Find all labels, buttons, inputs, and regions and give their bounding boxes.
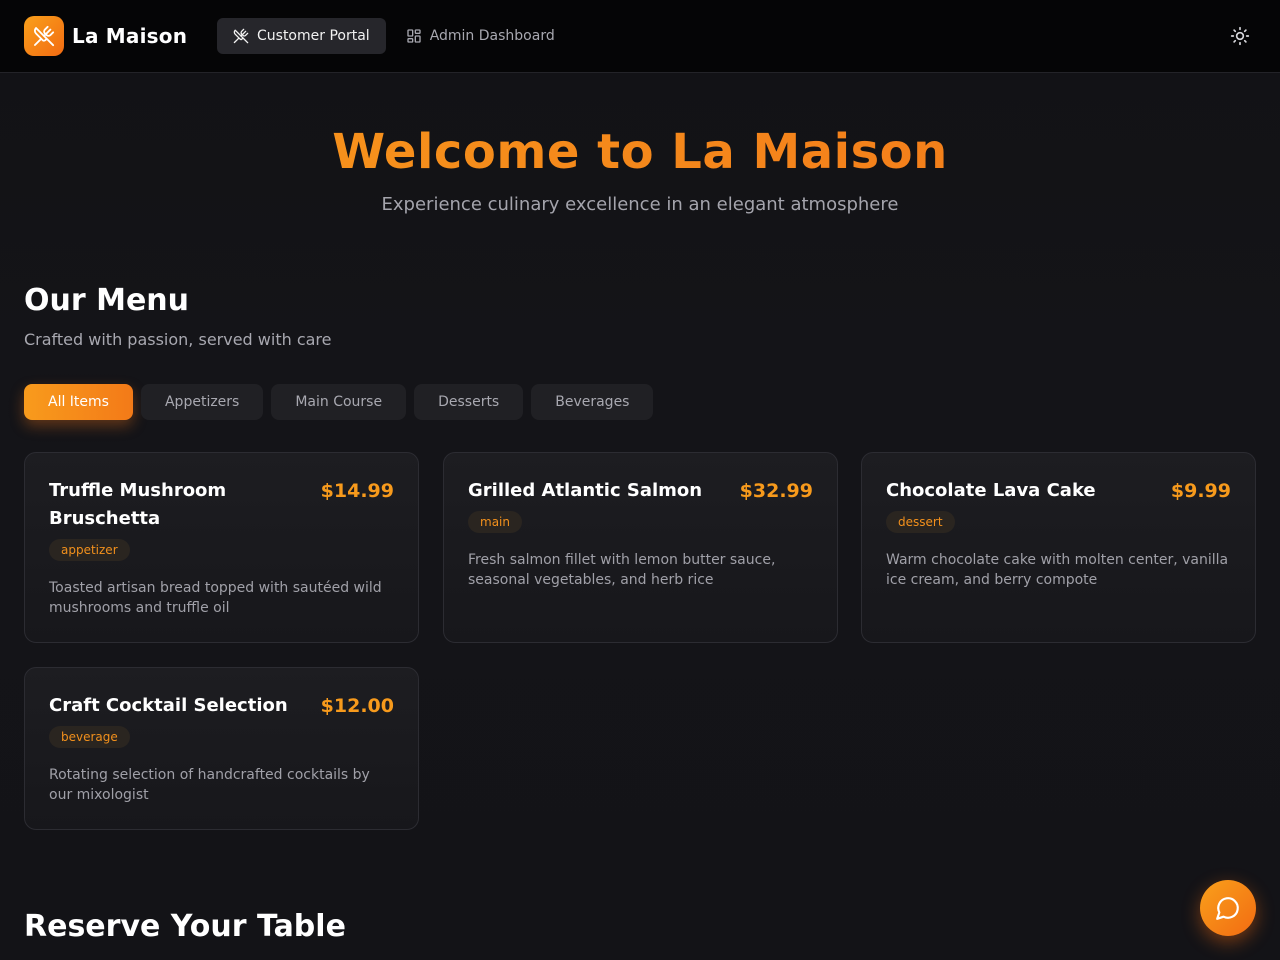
tab-appetizers[interactable]: Appetizers — [140, 384, 264, 420]
page: La Maison Customer Portal Admin Dashboar… — [0, 0, 1280, 960]
menu-item-category-badge: beverage — [49, 726, 130, 748]
menu-item-header: Chocolate Lava Cake $9.99 — [886, 477, 1231, 505]
nav-customer-portal[interactable]: Customer Portal — [217, 18, 386, 54]
menu-item-name: Craft Cocktail Selection — [49, 695, 288, 716]
nav-admin-dashboard-label: Admin Dashboard — [429, 28, 555, 44]
brand-name: La Maison — [72, 24, 188, 48]
menu-title: Our Menu — [24, 283, 190, 318]
menu-item-header: Truffle Mushroom Bruschetta $14.99 — [49, 477, 394, 533]
menu-item-name: Truffle Mushroom Bruschetta — [49, 480, 227, 529]
menu-item-card[interactable]: Grilled Atlantic Salmon $32.99 main Fres… — [443, 452, 838, 643]
menu-item-price: $9.99 — [1170, 480, 1231, 502]
menu-item-category-badge: main — [468, 511, 522, 533]
menu-item-category-badge: dessert — [886, 511, 955, 533]
chat-button[interactable] — [1200, 880, 1256, 936]
menu-item-header: Grilled Atlantic Salmon $32.99 — [468, 477, 813, 505]
layout-dashboard-icon — [407, 29, 421, 43]
menu-subtitle: Crafted with passion, served with care — [24, 330, 332, 349]
tab-beverages[interactable]: Beverages — [531, 384, 654, 420]
menu-item-price: $14.99 — [320, 480, 394, 502]
menu-item-name: Chocolate Lava Cake — [886, 480, 1096, 501]
nav-customer-portal-label: Customer Portal — [257, 28, 370, 44]
hero-title: Welcome to La Maison — [0, 124, 1280, 180]
main-nav: Customer Portal Admin Dashboard — [217, 18, 575, 54]
message-circle-icon — [1216, 897, 1239, 920]
menu-item-card[interactable]: Truffle Mushroom Bruschetta $14.99 appet… — [24, 452, 419, 643]
menu-item-description: Toasted artisan bread topped with sautée… — [49, 580, 382, 616]
brand[interactable]: La Maison — [24, 16, 187, 56]
menu-item-card[interactable]: Chocolate Lava Cake $9.99 dessert Warm c… — [861, 452, 1256, 643]
theme-toggle-button[interactable] — [1228, 24, 1252, 48]
tab-desserts[interactable]: Desserts — [414, 384, 524, 420]
top-navigation-bar: La Maison Customer Portal Admin Dashboar… — [0, 0, 1280, 73]
menu-item-price: $32.99 — [739, 480, 813, 502]
reservation-title: Reserve Your Table — [24, 909, 346, 944]
utensils-crossed-icon — [233, 28, 249, 44]
menu-item-card[interactable]: Craft Cocktail Selection $12.00 beverage… — [24, 667, 419, 830]
menu-category-tabs: All Items Appetizers Main Course Dessert… — [24, 384, 661, 420]
menu-item-price: $12.00 — [320, 695, 394, 717]
menu-item-header: Craft Cocktail Selection $12.00 — [49, 692, 394, 720]
nav-admin-dashboard[interactable]: Admin Dashboard — [390, 18, 571, 54]
menu-item-description: Rotating selection of handcrafted cockta… — [49, 767, 370, 803]
tab-all-items[interactable]: All Items — [24, 384, 133, 420]
menu-item-description: Fresh salmon fillet with lemon butter sa… — [468, 552, 776, 588]
utensils-crossed-icon — [24, 16, 64, 56]
tab-main-course[interactable]: Main Course — [271, 384, 407, 420]
menu-item-description: Warm chocolate cake with molten center, … — [886, 552, 1229, 588]
menu-item-category-badge: appetizer — [49, 539, 130, 561]
sun-icon — [1230, 26, 1250, 46]
hero-subtitle: Experience culinary excellence in an ele… — [381, 194, 899, 215]
menu-item-name: Grilled Atlantic Salmon — [468, 480, 703, 501]
